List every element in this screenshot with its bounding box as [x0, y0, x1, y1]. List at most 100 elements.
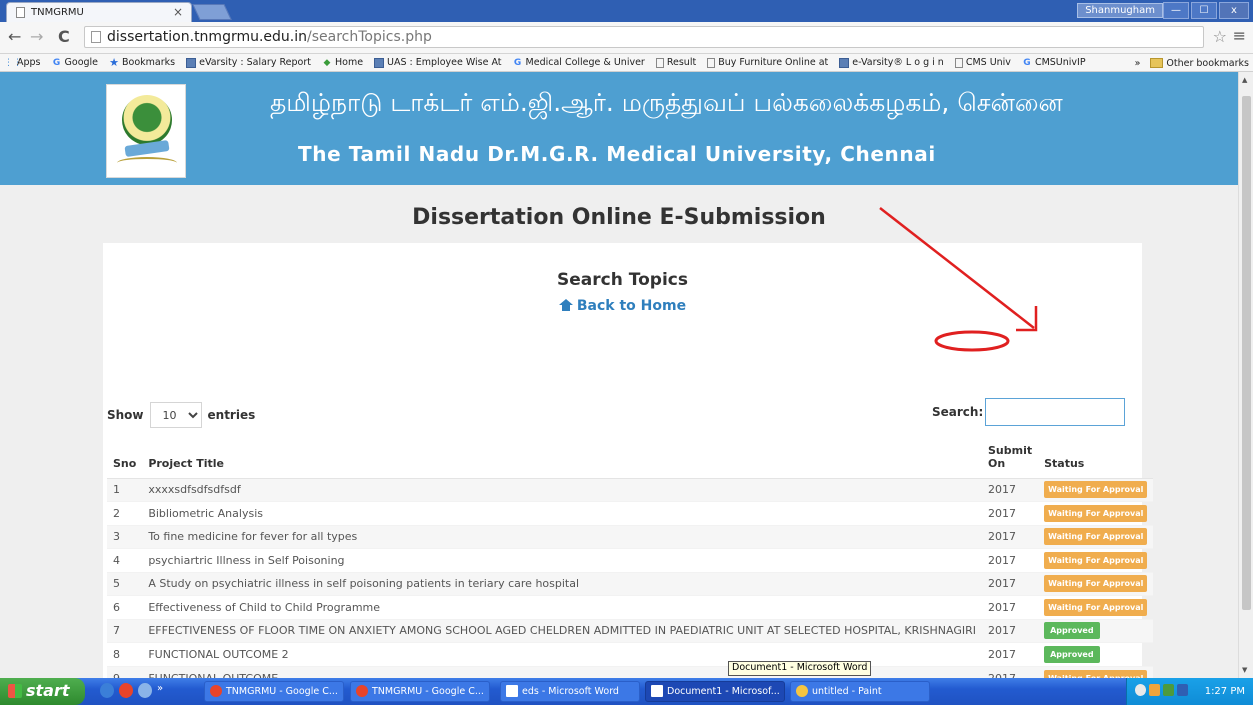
page-icon	[954, 57, 963, 68]
bookmark-evarsity-login[interactable]: e-Varsity® L o g i n	[839, 57, 944, 68]
bookmark-cmsunivip[interactable]: G CMSUnivIP	[1022, 57, 1086, 68]
cell-status: Approved	[1038, 618, 1154, 643]
bookmark-medical-college[interactable]: G Medical College & Univer	[513, 57, 645, 68]
chrome-icon[interactable]	[119, 683, 133, 698]
bookmark-label: eVarsity : Salary Report	[199, 57, 311, 68]
star-icon: ★	[109, 55, 119, 69]
cell-sno: 9	[107, 665, 143, 678]
bookmark-label: Bookmarks	[122, 57, 176, 68]
taskbar-button[interactable]: eds - Microsoft Word	[500, 681, 640, 702]
table-row: 2 Bibliometric Analysis 2017 Waiting For Ap…	[107, 501, 1154, 525]
bookmark-label: Other bookmarks	[1166, 57, 1249, 69]
cell-title: Bibliometric Analysis	[142, 501, 982, 525]
search-control: Search:	[932, 398, 1126, 426]
windows-flag-icon	[8, 684, 22, 698]
address-bar[interactable]: dissertation.tnmgrmu.edu.in/searchTopics…	[84, 26, 1204, 48]
bookmark-home[interactable]: ◆ Home	[322, 57, 364, 68]
taskbar-button-label: TNMGRMU - Google C...	[372, 686, 484, 697]
page-icon	[655, 57, 664, 68]
cell-status: Approved	[1038, 642, 1154, 666]
profile-button[interactable]: Shanmugham	[1077, 3, 1163, 18]
bookmark-evarsity-salary[interactable]: eVarsity : Salary Report	[186, 57, 311, 68]
taskbar-button-label: eds - Microsoft Word	[522, 686, 619, 697]
table-row: 8 FUNCTIONAL OUTCOME 2 2017 Approved	[107, 642, 1154, 666]
minimize-button[interactable]: —	[1163, 2, 1189, 19]
speaker-icon[interactable]	[1149, 684, 1160, 696]
taskbar-button[interactable]: Document1 - Microsof...	[645, 681, 785, 702]
tray-app-icon[interactable]	[1177, 684, 1188, 696]
scroll-up-icon[interactable]: ▲	[1242, 76, 1247, 84]
bookmark-cms-univ[interactable]: CMS Univ	[954, 57, 1011, 68]
security-icon[interactable]	[1163, 684, 1174, 696]
back-to-home-link[interactable]: Back to Home	[103, 298, 1142, 314]
chrome-icon	[210, 685, 222, 697]
maximize-button[interactable]: ☐	[1191, 2, 1217, 19]
bookmark-label: Medical College & Univer	[525, 57, 645, 68]
table-body: 1 xxxxsdfsdfsdfsdf 2017 Waiting For Approva…	[107, 477, 1154, 678]
search-label: Search:	[932, 405, 984, 419]
app-icon[interactable]	[138, 683, 152, 698]
cell-submit: 2017	[981, 501, 1039, 525]
cell-submit: 2017	[981, 665, 1039, 678]
column-header-status[interactable]: Status	[1038, 433, 1154, 479]
page-title: Dissertation Online E-Submission	[412, 205, 826, 230]
scrollbar-thumb[interactable]	[1242, 96, 1251, 610]
reload-icon[interactable]: C	[58, 27, 70, 46]
bookmark-result[interactable]: Result	[655, 57, 696, 68]
university-logo	[106, 84, 186, 178]
taskbar-button[interactable]: TNMGRMU - Google C...	[204, 681, 344, 702]
entries-select[interactable]: 10	[149, 402, 202, 428]
cell-sno: 4	[107, 548, 143, 572]
close-window-button[interactable]: x	[1219, 2, 1249, 19]
cell-title: xxxxsdfsdfsdfsdf	[142, 477, 982, 502]
chrome-icon	[356, 685, 368, 697]
clock: 1:27 PM	[1204, 686, 1245, 697]
url-domain: dissertation.tnmgrmu.edu.in	[107, 29, 308, 45]
vertical-scrollbar[interactable]: ▲ ▼	[1238, 72, 1253, 678]
menu-icon[interactable]: ≡	[1233, 26, 1246, 45]
search-input[interactable]	[985, 398, 1126, 426]
bookmark-bookmarks[interactable]: ★ Bookmarks	[109, 55, 176, 69]
bookmark-furniture[interactable]: Buy Furniture Online at	[707, 57, 828, 68]
bookmark-google[interactable]: G Google	[52, 57, 98, 68]
evarsity-icon	[374, 57, 385, 68]
taskbar-button[interactable]: untitled - Paint	[790, 681, 930, 702]
table-row: 1 xxxxsdfsdfsdfsdf 2017 Waiting For Approva…	[107, 477, 1154, 502]
back-home-label: Back to Home	[576, 298, 687, 314]
browser-tab[interactable]: TNMGRMU ×	[6, 2, 192, 22]
bookmark-label: UAS : Employee Wise At	[387, 57, 502, 68]
ie-icon[interactable]	[100, 683, 114, 698]
system-tray: 1:27 PM	[1126, 678, 1253, 705]
column-header-submit[interactable]: Submit On	[981, 433, 1039, 479]
search-panel: Search Topics Back to Home Show 10 entri…	[103, 243, 1154, 678]
taskbar-button-label: TNMGRMU - Google C...	[226, 686, 338, 697]
quicklaunch-more-icon[interactable]: »	[157, 683, 163, 698]
new-tab-button[interactable]	[192, 4, 232, 20]
bookmark-star-icon[interactable]: ☆	[1213, 27, 1227, 46]
back-icon[interactable]: ←	[8, 27, 21, 46]
taskbar-button[interactable]: TNMGRMU - Google C...	[350, 681, 490, 702]
english-title: The Tamil Nadu Dr.M.G.R. Medical Univers…	[298, 142, 936, 166]
page-viewport: தமிழ்நாடு டாக்டர் எம்.ஜி.ஆர். மருத்துவப்…	[0, 72, 1238, 678]
bookmark-apps[interactable]: ⋮⋮ Apps	[4, 57, 41, 68]
cell-status: Waiting For Approval	[1038, 501, 1154, 525]
column-header-sno[interactable]: Sno	[107, 433, 143, 479]
close-tab-icon[interactable]: ×	[173, 5, 183, 19]
bookmarks-overflow-button[interactable]: »	[1135, 58, 1141, 69]
forward-icon[interactable]: →	[30, 27, 43, 46]
column-header-title[interactable]: Project Title	[142, 433, 982, 479]
start-button[interactable]: start	[0, 678, 85, 705]
status-badge: Waiting For Approval	[1044, 575, 1148, 593]
bookmark-label: CMSUnivIP	[1034, 57, 1086, 68]
table-row: 6 Effectiveness of Child to Child Program…	[107, 595, 1154, 619]
table-row: 5A Study on psychiatric illness in self …	[107, 571, 1154, 596]
taskbar-tooltip: Document1 - Microsoft Word	[728, 661, 872, 676]
word-icon	[651, 685, 663, 697]
other-bookmarks[interactable]: Other bookmarks	[1150, 58, 1249, 69]
evarsity-icon	[186, 57, 197, 68]
network-icon[interactable]	[1135, 684, 1146, 696]
scroll-down-icon[interactable]: ▼	[1242, 666, 1247, 674]
window-title-bar: TNMGRMU × Shanmugham — ☐ x	[0, 0, 1253, 22]
cell-status: Waiting For Approval	[1038, 548, 1154, 572]
bookmark-uas[interactable]: UAS : Employee Wise At	[374, 57, 502, 68]
